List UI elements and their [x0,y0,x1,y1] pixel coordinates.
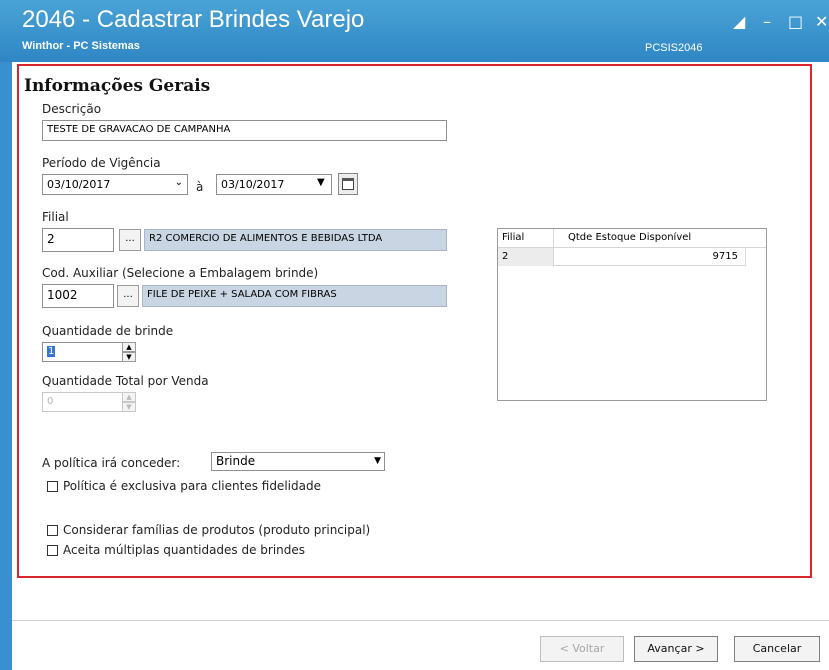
filial-code-input[interactable]: 2 [42,228,114,252]
fidelidade-checkbox[interactable] [47,481,58,492]
cod-auxiliar-label: Cod. Auxiliar (Selecione a Embalagem bri… [42,266,319,280]
multiplas-label: Aceita múltiplas quantidades de brindes [63,543,306,557]
window-subtitle: Winthor - PC Sistemas [22,40,140,52]
politica-value: Brinde [216,454,256,468]
voltar-button[interactable]: < Voltar [540,636,624,662]
spin-up-disabled-icon: ▲ [122,392,136,402]
descricao-input[interactable]: TESTE DE GRAVACAO DE CAMPANHA [42,120,447,141]
minimize-icon[interactable]: – [763,12,771,31]
quantidade-brinde-value: 1 [47,346,56,357]
filial-lookup-button[interactable]: ... [119,229,141,251]
calendar-icon[interactable] [338,173,358,195]
window-title: 2046 - Cadastrar Brindes Varejo [22,6,365,33]
filial-label: Filial [42,210,69,224]
filial-name-field: R2 COMERCIO DE ALIMENTOS E BEBIDAS LTDA [144,229,447,251]
periodo-label: Período de Vigência [42,156,161,170]
familias-label: Considerar famílias de produtos (produto… [63,523,371,537]
periodo-start-input[interactable]: 03/10/2017 ⌄ [42,174,188,195]
cod-auxiliar-lookup-button[interactable]: ... [117,285,139,307]
estoque-grid: Filial Qtde Estoque Disponível 2 9715 [497,228,767,401]
grid-header-filial: Filial [502,232,525,243]
quantidade-total-label: Quantidade Total por Venda [42,374,209,388]
left-border [0,62,12,670]
grid-cell-filial: 2 [502,251,509,262]
periodo-end-value: 03/10/2017 [221,178,285,191]
politica-select[interactable]: Brinde ▼ [211,452,385,471]
spin-up-icon[interactable]: ▲ [122,342,136,352]
chevron-down-icon[interactable]: ⌄ [175,177,183,188]
dropdown-arrow-icon[interactable]: ▼ [374,456,381,466]
grid-cell-qtde: 9715 [712,251,738,262]
cancelar-button[interactable]: Cancelar [734,636,820,662]
grid-header-qtde: Qtde Estoque Disponível [568,232,692,243]
periodo-start-value: 03/10/2017 [47,178,111,191]
routine-code: PCSIS2046 [645,42,703,54]
quantidade-brinde-label: Quantidade de brinde [42,324,174,338]
close-icon[interactable]: ✕ [815,12,828,31]
avancar-button[interactable]: Avançar > [634,636,718,662]
quantidade-brinde-input[interactable]: 1 [42,342,124,362]
dropdown-arrow-icon[interactable]: ▼ [317,177,325,188]
spin-down-icon[interactable]: ▼ [122,352,136,362]
cod-auxiliar-name-field: FILE DE PEIXE + SALADA COM FIBRAS [142,285,447,307]
cod-auxiliar-input[interactable]: 1002 [42,284,114,308]
fidelidade-label: Política é exclusiva para clientes fidel… [63,479,321,493]
familias-checkbox[interactable] [47,525,58,536]
descricao-label: Descrição [42,102,102,116]
maximize-icon[interactable]: □ [788,12,803,31]
politica-label: A política irá conceder: [42,456,181,470]
section-title: Informações Gerais [24,76,211,96]
periodo-end-input[interactable]: 03/10/2017 [216,174,332,195]
footer-divider [12,620,829,621]
title-bar: 2046 - Cadastrar Brindes Varejo Winthor … [0,0,829,62]
quantidade-total-input: 0 [42,392,124,412]
periodo-separator: à [196,180,204,194]
multiplas-checkbox[interactable] [47,545,58,556]
restore-icon[interactable]: ◢ [733,12,745,31]
spin-down-disabled-icon: ▼ [122,402,136,412]
